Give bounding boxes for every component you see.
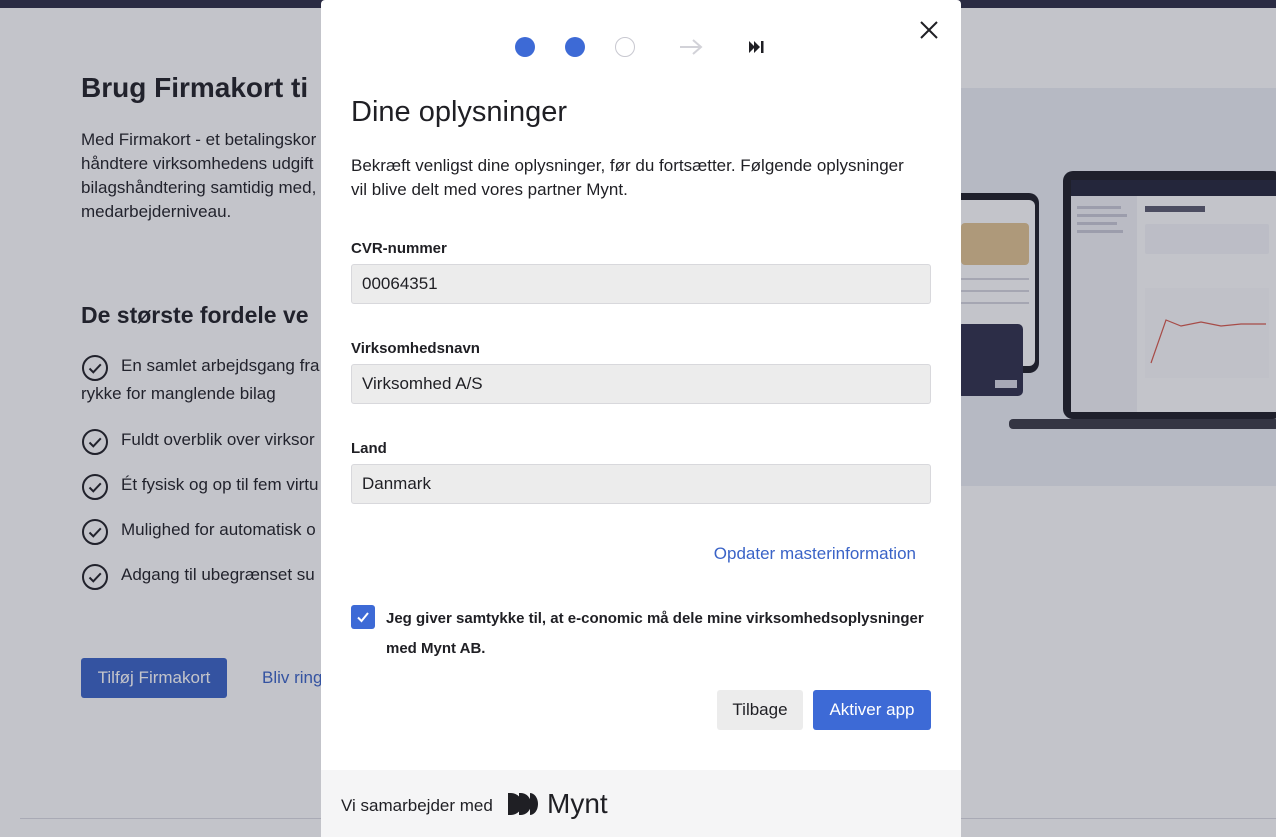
modal-footer: Vi samarbejder med Mynt (321, 770, 961, 837)
activation-modal: Dine oplysninger Bekræft venligst dine o… (321, 0, 961, 837)
consent-text: Jeg giver samtykke til, at e-conomic må … (386, 604, 946, 664)
checkmark-icon (357, 612, 369, 623)
partner-name: Mynt (547, 788, 608, 819)
country-input[interactable] (351, 464, 931, 504)
arrow-right-icon (680, 39, 703, 55)
step-dot-pending (615, 37, 635, 57)
mynt-logo-icon (508, 793, 538, 815)
step-indicator (321, 36, 961, 58)
consent-text-line: med Mynt AB. (386, 640, 486, 657)
close-icon[interactable] (917, 18, 941, 42)
partner-text: Vi samarbejder med (341, 796, 493, 815)
consent-checkbox[interactable] (351, 605, 375, 629)
company-name-input[interactable] (351, 364, 931, 404)
activate-app-button[interactable]: Aktiver app (813, 690, 931, 730)
fast-forward-icon (749, 41, 764, 53)
modal-description-line: vil blive delt med vores partner Mynt. (351, 180, 628, 199)
modal-title: Dine oplysninger (351, 96, 568, 128)
company-name-label: Virksomhedsnavn (351, 340, 480, 357)
step-dot-completed (565, 37, 585, 57)
update-master-info-link[interactable]: Opdater masterinformation (714, 544, 916, 564)
modal-description: Bekræft venligst dine oplysninger, før d… (351, 154, 941, 202)
step-dot-completed (515, 37, 535, 57)
modal-description-line: Bekræft venligst dine oplysninger, før d… (351, 156, 904, 175)
cvr-input[interactable] (351, 264, 931, 304)
consent-text-line: Jeg giver samtykke til, at e-conomic må … (386, 610, 924, 627)
cvr-label: CVR-nummer (351, 240, 447, 257)
back-button[interactable]: Tilbage (717, 690, 803, 730)
country-label: Land (351, 440, 387, 457)
